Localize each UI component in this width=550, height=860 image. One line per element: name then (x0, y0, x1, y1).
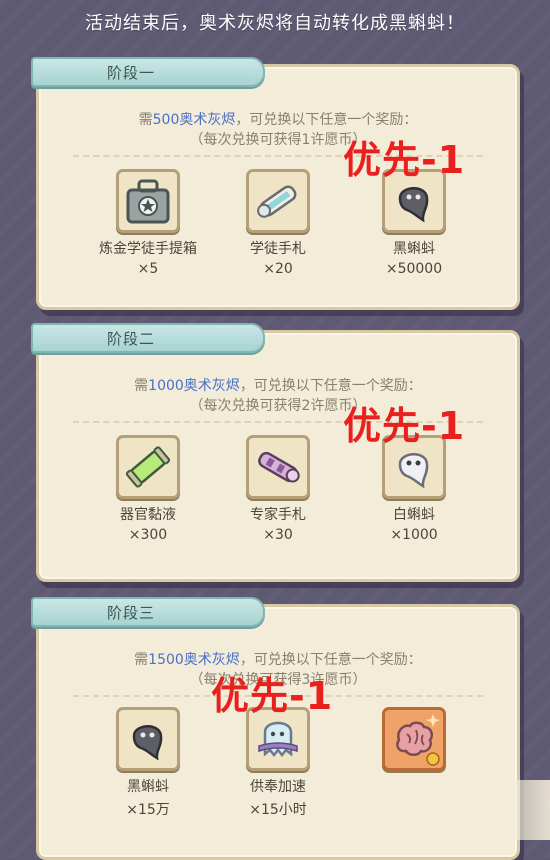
item-quantity: ×300 (128, 527, 168, 543)
item-quantity: ×1000 (390, 527, 438, 543)
brain-icon (382, 707, 446, 771)
item-name: 学徒手札 (250, 241, 306, 257)
stage-requirement: 需1000奥术灰烬，可兑换以下任意一个奖励： (39, 375, 517, 395)
scroll-icon (246, 169, 310, 233)
item-name: 供奉加速 (250, 779, 306, 795)
reward-item[interactable]: 供奉加速 ×15小时 (213, 707, 343, 819)
priority-stamp: 优先-1 (343, 138, 466, 182)
item-name: 炼金学徒手提箱 (99, 241, 197, 257)
stage-tag-1: 阶段一 (31, 57, 265, 87)
requirement-amount: 500奥术灰烬 (152, 112, 236, 128)
reward-item[interactable]: 黑蝌蚪 ×50000 (349, 169, 479, 277)
header-text: 活动结束后，奥术灰烬将自动转化成黑蝌蚪！ (85, 13, 465, 34)
item-name: 黑蝌蚪 (127, 779, 169, 795)
stage-title: 阶段二 (107, 330, 156, 348)
item-quantity: ×15万 (126, 802, 170, 818)
reward-item[interactable]: 学徒手札 ×20 (213, 169, 343, 277)
vial-icon (116, 435, 180, 499)
expert-scroll-icon (246, 435, 310, 499)
header-banner: 活动结束后，奥术灰烬将自动转化成黑蝌蚪！ (0, 0, 550, 42)
priority-stamp: 优先-1 (343, 404, 466, 448)
requirement-prefix: 需 (134, 378, 149, 394)
watermark-fade (430, 780, 550, 840)
item-quantity: ×50000 (385, 261, 443, 277)
stage-title: 阶段三 (107, 604, 156, 622)
requirement-suffix: ，可兑换以下任意一个奖励： (235, 112, 418, 128)
requirement-suffix: ，可兑换以下任意一个奖励： (239, 378, 422, 394)
reward-item[interactable]: 器官黏液 ×300 (83, 435, 213, 543)
item-quantity: ×30 (263, 527, 293, 543)
requirement-prefix: 需 (134, 652, 149, 668)
reward-item[interactable] (349, 707, 479, 776)
item-quantity: ×5 (137, 261, 159, 277)
item-quantity: ×15小时 (249, 802, 307, 818)
item-name: 器官黏液 (120, 507, 176, 523)
reward-item[interactable]: 专家手札 ×30 (213, 435, 343, 543)
item-name: 白蝌蚪 (393, 507, 435, 523)
stage-panel-2: 阶段二 需1000奥术灰烬，可兑换以下任意一个奖励： （每次兑换可获得2许愿币）… (31, 323, 520, 582)
stage-requirement: 需500奥术灰烬，可兑换以下任意一个奖励： (39, 109, 517, 129)
stage-tag-2: 阶段二 (31, 323, 265, 353)
item-name: 黑蝌蚪 (393, 241, 435, 257)
priority-stamp: 优先-1 (211, 674, 334, 718)
requirement-prefix: 需 (138, 112, 153, 128)
reward-item[interactable]: 炼金学徒手提箱 ×5 (83, 169, 213, 277)
reward-item[interactable]: 黑蝌蚪 ×15万 (83, 707, 213, 819)
toolbox-icon (116, 169, 180, 233)
reward-item[interactable]: 白蝌蚪 ×1000 (349, 435, 479, 543)
requirement-amount: 1000奥术灰烬 (148, 378, 240, 394)
black-tadpole-icon (116, 707, 180, 771)
stage-tag-3: 阶段三 (31, 597, 265, 627)
stage-title: 阶段一 (107, 64, 156, 82)
item-name: 专家手札 (250, 507, 306, 523)
stage-panel-1: 阶段一 需500奥术灰烬，可兑换以下任意一个奖励： （每次兑换可获得1许愿币） … (31, 57, 520, 310)
item-quantity: ×20 (263, 261, 293, 277)
